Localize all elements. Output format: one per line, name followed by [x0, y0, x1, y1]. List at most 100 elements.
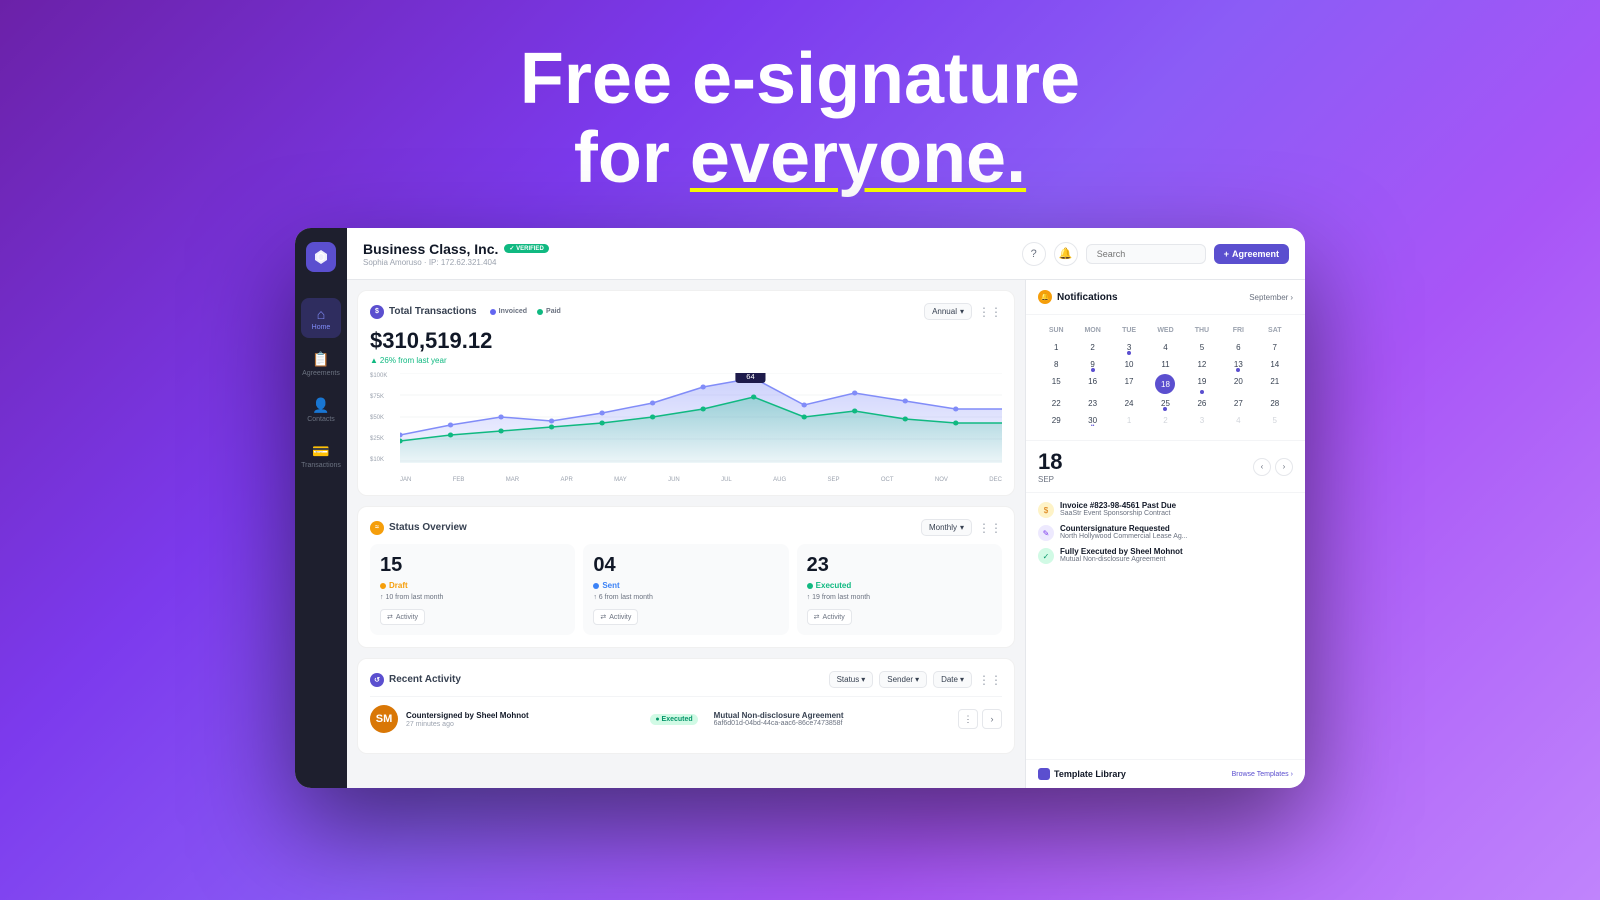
- cal-day-oct1[interactable]: 1: [1111, 413, 1147, 428]
- cal-day-21[interactable]: 21: [1257, 374, 1293, 394]
- status-period-label: Monthly: [929, 523, 957, 532]
- executed-number: 23: [807, 554, 992, 577]
- notif-item-countersig: ✎ Countersignature Requested North Holly…: [1038, 524, 1293, 541]
- prev-date-button[interactable]: ‹: [1253, 458, 1271, 476]
- company-name-row: Business Class, Inc. ✓ VERIFIED: [363, 241, 549, 257]
- draft-change: ↑ 10 from last month: [380, 594, 565, 601]
- cal-day-30[interactable]: 30••: [1074, 413, 1110, 428]
- cal-day-oct2[interactable]: 2: [1147, 413, 1183, 428]
- activity-action-title: Countersigned by Sheel Mohnot: [406, 711, 642, 720]
- sidebar-item-home[interactable]: ⌂ Home: [301, 298, 341, 338]
- help-button[interactable]: ?: [1022, 242, 1046, 266]
- chart-y-labels: $100K $75K $50K $25K $10K: [370, 373, 398, 463]
- cal-day-25[interactable]: 25: [1147, 396, 1183, 411]
- cal-day-28[interactable]: 28: [1257, 396, 1293, 411]
- period-dropdown[interactable]: Annual ▾: [924, 303, 972, 320]
- cal-day-16[interactable]: 16: [1074, 374, 1110, 394]
- executed-activity-button[interactable]: ⇄ Activity: [807, 609, 852, 625]
- sender-filter-button[interactable]: Sender ▾: [879, 671, 927, 688]
- header-right: ? 🔔 + Agreement: [1022, 242, 1289, 266]
- template-library-label: Template Library: [1054, 769, 1126, 779]
- cal-day-11[interactable]: 11: [1147, 357, 1183, 372]
- arrow-icon: ⇄: [600, 613, 606, 621]
- header-left: Business Class, Inc. ✓ VERIFIED Sophia A…: [363, 241, 549, 267]
- chart-container: $100K $75K $50K $25K $10K: [370, 373, 1002, 483]
- cal-today[interactable]: 18: [1155, 374, 1175, 394]
- cal-day-3[interactable]: 3: [1111, 340, 1147, 355]
- sidebar-item-contacts[interactable]: 👤 Contacts: [301, 390, 341, 430]
- cal-day-6[interactable]: 6: [1220, 340, 1256, 355]
- cal-day-19[interactable]: 19: [1184, 374, 1220, 394]
- cal-day-17[interactable]: 17: [1111, 374, 1147, 394]
- status-dots-icon[interactable]: ⋮⋮: [978, 521, 1002, 535]
- notifications-icon: 🔔: [1038, 290, 1052, 304]
- cal-day-20[interactable]: 20: [1220, 374, 1256, 394]
- sent-number: 04: [593, 554, 778, 577]
- dots-menu-icon[interactable]: ⋮⋮: [978, 305, 1002, 319]
- more-actions-button[interactable]: ⋮: [958, 709, 978, 729]
- sidebar-item-transactions[interactable]: 💳 Transactions: [301, 436, 341, 476]
- bell-icon: 🔔: [1059, 247, 1073, 260]
- sidebar-item-contacts-label: Contacts: [307, 416, 335, 423]
- notif-executed-content: Fully Executed by Sheel Mohnot Mutual No…: [1060, 547, 1183, 563]
- add-agreement-label: Agreement: [1232, 249, 1279, 259]
- recent-dots-icon[interactable]: ⋮⋮: [978, 673, 1002, 687]
- cal-day-8[interactable]: 8: [1038, 357, 1074, 372]
- search-input[interactable]: [1086, 244, 1206, 264]
- executed-label-row: Executed: [807, 581, 992, 590]
- transactions-card-header: $ Total Transactions Invoiced Paid: [370, 303, 1002, 320]
- cal-day-29[interactable]: 29: [1038, 413, 1074, 428]
- notif-countersig-title: Countersignature Requested: [1060, 524, 1188, 533]
- next-date-button[interactable]: ›: [1275, 458, 1293, 476]
- cal-day-1[interactable]: 1: [1038, 340, 1074, 355]
- cal-day-2[interactable]: 2: [1074, 340, 1110, 355]
- date-filter-button[interactable]: Date ▾: [933, 671, 972, 688]
- draft-activity-button[interactable]: ⇄ Activity: [380, 609, 425, 625]
- recent-card-header: ↺ Recent Activity Status ▾ Sender ▾: [370, 671, 1002, 688]
- draft-label: Draft: [389, 581, 408, 590]
- status-cards-row: 15 Draft ↑ 10 from last month ⇄ Activity: [370, 544, 1002, 635]
- notifications-title: 🔔 Notifications: [1038, 290, 1118, 304]
- sent-dot: [593, 583, 599, 589]
- cal-day-oct4[interactable]: 4: [1220, 413, 1256, 428]
- cal-day-18-today[interactable]: 18: [1147, 374, 1183, 394]
- open-button[interactable]: ›: [982, 709, 1002, 729]
- cal-day-12[interactable]: 12: [1184, 357, 1220, 372]
- cal-day-oct5[interactable]: 5: [1257, 413, 1293, 428]
- template-library-title: Template Library: [1038, 768, 1126, 780]
- notifications-header: 🔔 Notifications September ›: [1026, 280, 1305, 315]
- cal-day-4[interactable]: 4: [1147, 340, 1183, 355]
- cal-day-22[interactable]: 22: [1038, 396, 1074, 411]
- cal-day-10[interactable]: 10: [1111, 357, 1147, 372]
- cal-day-13[interactable]: 13: [1220, 357, 1256, 372]
- cal-day-23[interactable]: 23: [1074, 396, 1110, 411]
- add-agreement-button[interactable]: + Agreement: [1214, 244, 1289, 264]
- status-card-header: ≈ Status Overview Monthly ▾ ⋮⋮: [370, 519, 1002, 536]
- sidebar-item-agreements[interactable]: 📋 Agreements: [301, 344, 341, 384]
- selected-date-info: 18 SEP: [1038, 449, 1062, 484]
- cal-day-24[interactable]: 24: [1111, 396, 1147, 411]
- status-period-dropdown[interactable]: Monthly ▾: [921, 519, 972, 536]
- cal-label-fri: FRI: [1220, 325, 1256, 336]
- draft-number: 15: [380, 554, 565, 577]
- cal-day-26[interactable]: 26: [1184, 396, 1220, 411]
- cal-day-5[interactable]: 5: [1184, 340, 1220, 355]
- cal-day-7[interactable]: 7: [1257, 340, 1293, 355]
- cal-day-9[interactable]: 9: [1074, 357, 1110, 372]
- cal-day-27[interactable]: 27: [1220, 396, 1256, 411]
- activity-row: SM Countersigned by Sheel Mohnot 27 minu…: [370, 696, 1002, 741]
- status-overview-card: ≈ Status Overview Monthly ▾ ⋮⋮: [357, 506, 1015, 648]
- cal-day-oct3[interactable]: 3: [1184, 413, 1220, 428]
- selected-date-bar: 18 SEP ‹ ›: [1026, 441, 1305, 493]
- cal-day-15[interactable]: 15: [1038, 374, 1074, 394]
- browse-templates-button[interactable]: Browse Templates ›: [1232, 771, 1293, 778]
- paid-dot: [537, 309, 543, 315]
- chevron-right-icon: ›: [1290, 293, 1293, 302]
- sent-activity-button[interactable]: ⇄ Activity: [593, 609, 638, 625]
- month-selector[interactable]: September ›: [1249, 293, 1293, 302]
- cal-day-14[interactable]: 14: [1257, 357, 1293, 372]
- status-filter-button[interactable]: Status ▾: [829, 671, 874, 688]
- notifications-button[interactable]: 🔔: [1054, 242, 1078, 266]
- status-header-right: Monthly ▾ ⋮⋮: [921, 519, 1002, 536]
- draft-dot: [380, 583, 386, 589]
